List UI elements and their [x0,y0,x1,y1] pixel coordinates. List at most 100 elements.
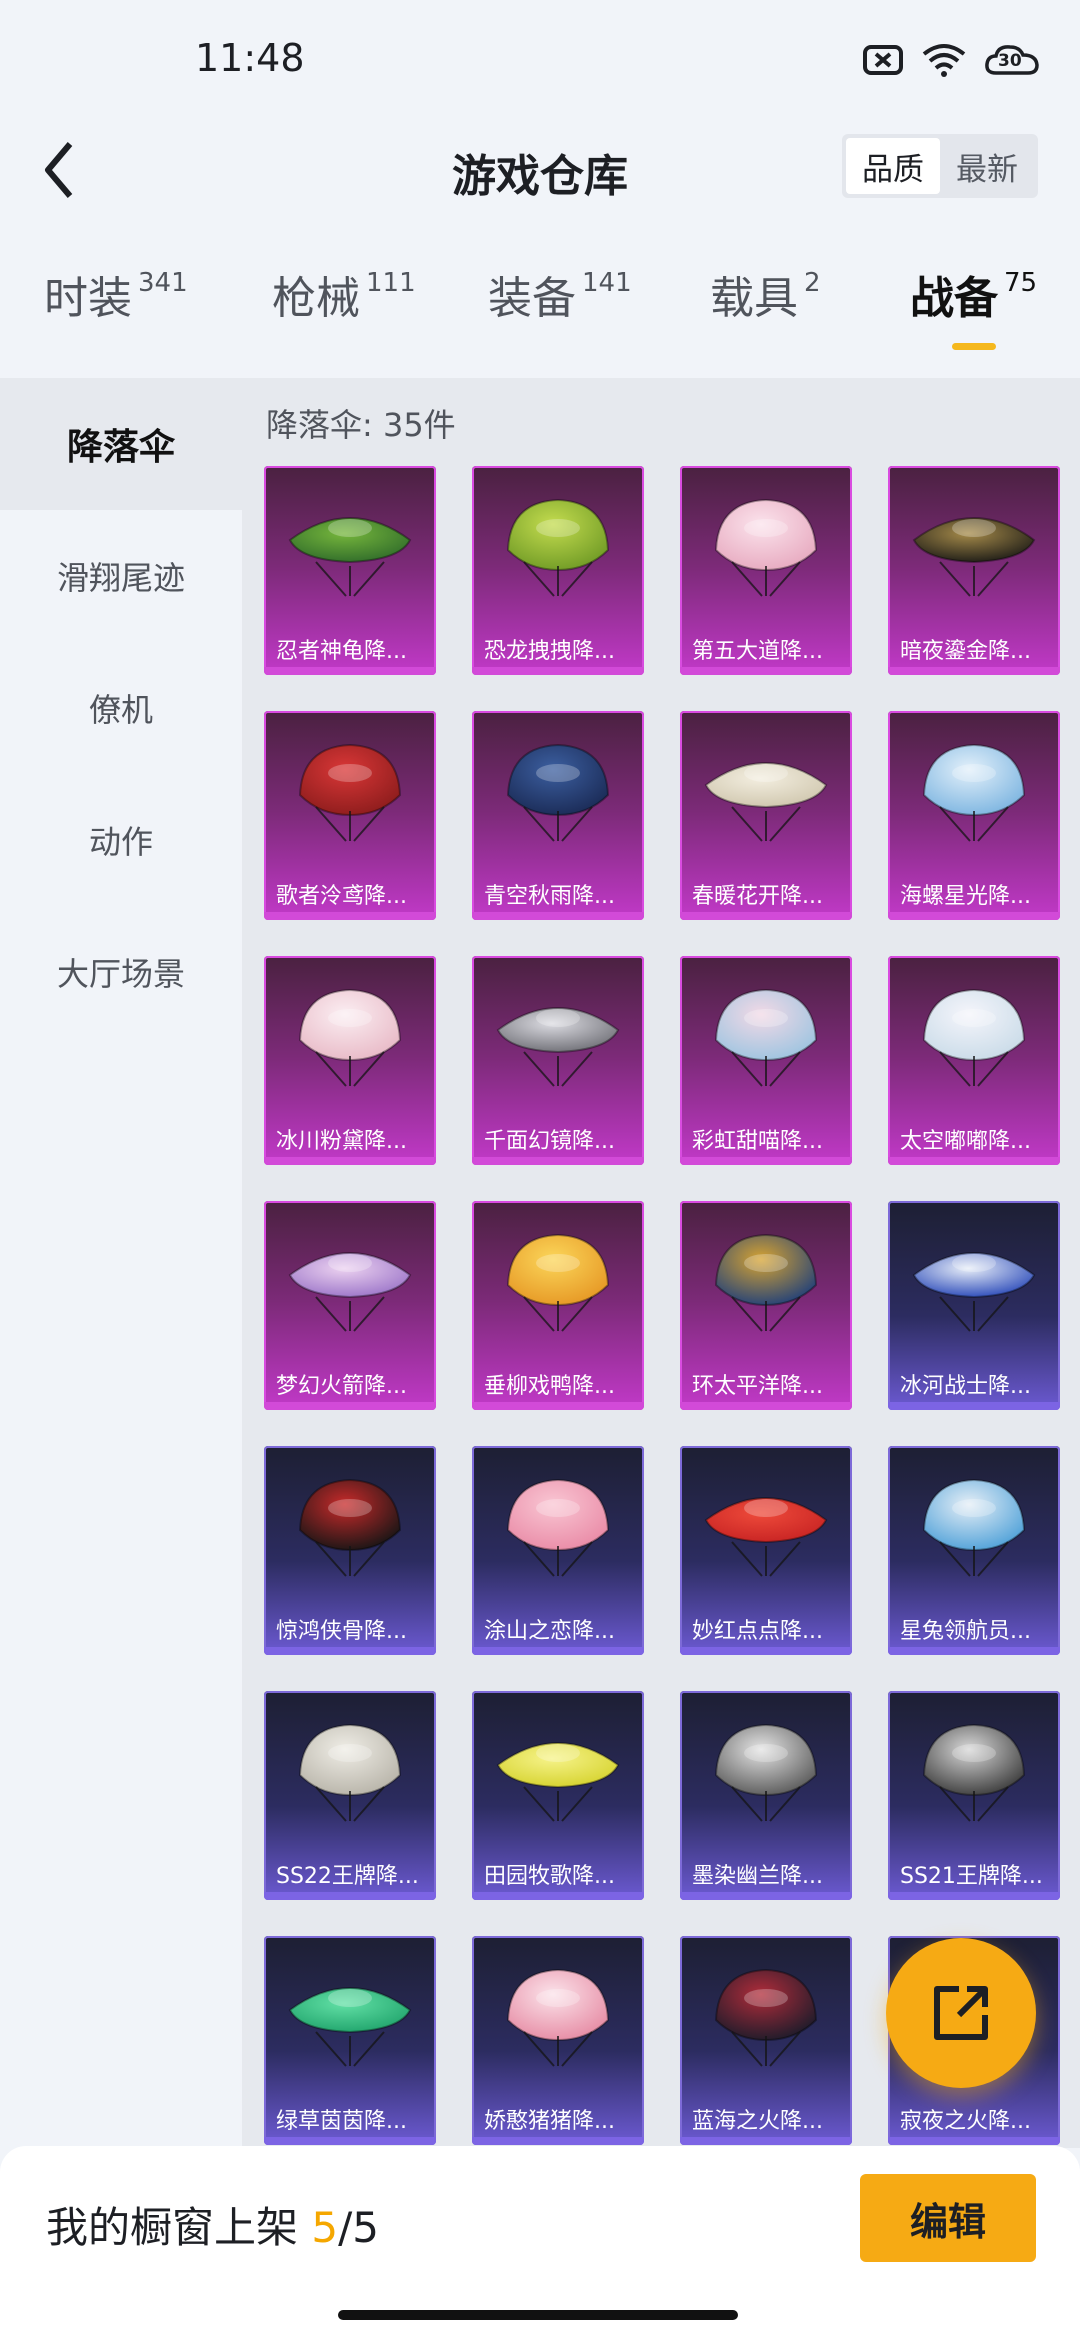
item-card[interactable]: 冰河战士降... [888,1201,1060,1410]
item-grid: 忍者神龟降... 恐龙拽拽降... 第五大道降... 暗夜鎏金降... 歌者泠鸢降...… [264,466,1060,2145]
item-name: 冰河战士降... [900,1374,1031,1399]
parachute-icon [506,498,610,597]
tab-battle-gear[interactable]: 战备 75 [910,262,1037,362]
item-card[interactable]: SS21王牌降... [888,1691,1060,1900]
item-card[interactable]: 梦幻火箭降... [264,1201,436,1410]
item-card[interactable]: 环太平洋降... [680,1201,852,1410]
item-card[interactable]: 冰川粉黛降... [264,956,436,1165]
rarity-bar [888,2137,1060,2145]
parachute-icon [496,1007,620,1087]
item-card[interactable]: 墨染幽兰降... [680,1691,852,1900]
parachute-icon [922,1723,1026,1822]
sidebar-item-parachute[interactable]: 降落伞 [0,378,242,510]
item-name: 彩虹甜喵降... [692,1129,823,1154]
parachute-icon [298,1723,402,1822]
item-card[interactable]: 妙红点点降... [680,1446,852,1655]
rarity-bar [472,1892,644,1900]
rarity-bar [264,1402,436,1410]
item-card[interactable]: 春暖花开降... [680,711,852,920]
section-label: 降落伞: 35件 [266,406,456,444]
rarity-bar [680,1647,852,1655]
sidebar-item-glide-trail[interactable]: 滑翔尾迹 [0,510,242,642]
rarity-bar [680,667,852,675]
showcase-current: 5 [311,2203,339,2252]
item-name: 忍者神龟降... [276,639,407,664]
item-card[interactable]: 千面幻镜降... [472,956,644,1165]
category-tabs: 时装 341 枪械 111 装备 141 载具 2 战备 75 [0,262,1080,362]
sort-quality-button[interactable]: 品质 [846,138,940,194]
tab-vehicles[interactable]: 载具 2 [710,262,821,362]
item-name: 墨染幽兰降... [692,1864,823,1889]
parachute-icon [704,1497,828,1577]
showcase-status: 我的橱窗上架 5/5 [46,2194,379,2255]
item-card[interactable]: 涂山之恋降... [472,1446,644,1655]
parachute-icon [714,498,818,597]
item-card[interactable]: 田园牧歌降... [472,1691,644,1900]
item-name: 田园牧歌降... [484,1864,615,1889]
rarity-bar [680,912,852,920]
parachute-icon [298,743,402,842]
tab-label: 枪械 [272,273,360,324]
sidebar-item-wingman[interactable]: 僚机 [0,642,242,774]
tab-equipment[interactable]: 装备 141 [488,262,632,362]
tab-fashion[interactable]: 时装 341 [44,262,188,362]
home-indicator [338,2310,738,2320]
item-name: 春暖花开降... [692,884,823,909]
item-name: 暗夜鎏金降... [900,639,1031,664]
item-card[interactable]: 第五大道降... [680,466,852,675]
item-card[interactable]: 恐龙拽拽降... [472,466,644,675]
sidebar: 降落伞 滑翔尾迹 僚机 动作 大厅场景 [0,378,242,2148]
rarity-bar [472,1647,644,1655]
sidebar-item-lobby-scene[interactable]: 大厅场景 [0,906,242,1038]
item-card[interactable]: 星兔领航员... [888,1446,1060,1655]
item-card[interactable]: 太空嘟嘟降... [888,956,1060,1165]
item-name: 太空嘟嘟降... [900,1129,1031,1154]
share-button[interactable] [886,1938,1036,2088]
rarity-bar [888,1402,1060,1410]
rarity-bar [264,1647,436,1655]
item-name: 第五大道降... [692,639,823,664]
sort-newest-button[interactable]: 最新 [940,138,1034,194]
item-card[interactable]: SS22王牌降... [264,1691,436,1900]
showcase-total: /5 [338,2203,379,2252]
edit-button[interactable]: 编辑 [860,2174,1036,2262]
tab-count: 341 [138,268,188,298]
item-name: 梦幻火箭降... [276,1374,407,1399]
tab-count: 2 [804,268,821,298]
parachute-icon [298,988,402,1087]
tab-label: 装备 [488,273,576,324]
status-icons: 30 [862,42,1040,78]
parachute-icon [714,988,818,1087]
item-card[interactable]: 暗夜鎏金降... [888,466,1060,675]
tab-label: 载具 [710,273,798,324]
item-card[interactable]: 彩虹甜喵降... [680,956,852,1165]
sort-toggle: 品质 最新 [842,134,1038,198]
item-card[interactable]: 歌者泠鸢降... [264,711,436,920]
item-card[interactable]: 惊鸿侠骨降... [264,1446,436,1655]
item-name: SS21王牌降... [900,1864,1043,1889]
item-card[interactable]: 垂柳戏鸭降... [472,1201,644,1410]
item-card[interactable]: 青空秋雨降... [472,711,644,920]
header: 游戏仓库 品质 最新 [0,120,1080,220]
item-name: 绿草茵茵降... [276,2109,407,2134]
tab-active-indicator [951,343,996,350]
sidebar-item-emote[interactable]: 动作 [0,774,242,906]
rarity-bar [888,1157,1060,1165]
item-name: 环太平洋降... [692,1374,823,1399]
item-card[interactable]: 娇憨猪猪降... [472,1936,644,2145]
status-time: 11:48 [195,36,305,80]
item-card[interactable]: 海螺星光降... [888,711,1060,920]
tab-guns[interactable]: 枪械 111 [272,262,416,362]
item-card[interactable]: 绿草茵茵降... [264,1936,436,2145]
item-panel: 降落伞: 35件 忍者神龟降... 恐龙拽拽降... 第五大道降... 暗夜鎏金降..… [242,378,1080,2148]
item-name: 蓝海之火降... [692,2109,823,2134]
battery-level: 30 [998,51,1022,71]
item-card[interactable]: 忍者神龟降... [264,466,436,675]
item-card[interactable]: 蓝海之火降... [680,1936,852,2145]
parachute-icon [912,517,1036,597]
rarity-bar [680,2137,852,2145]
item-name: 妙红点点降... [692,1619,823,1644]
rarity-bar [680,1892,852,1900]
tab-label: 战备 [910,273,998,324]
parachute-icon [714,1233,818,1332]
